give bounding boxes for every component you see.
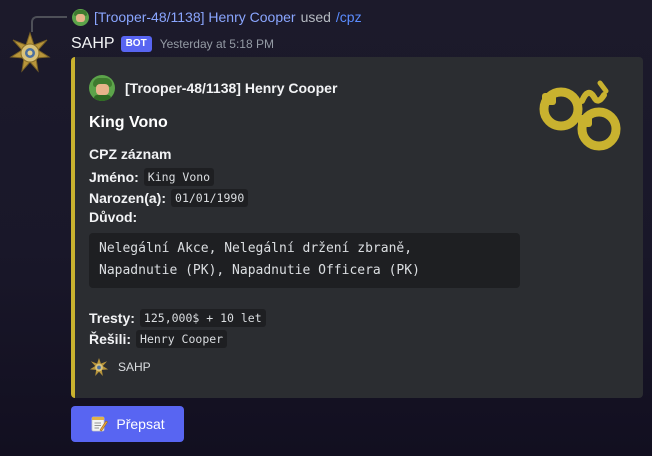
field-reason-label: Důvod: <box>89 209 138 225</box>
message-header: SAHP BOT Yesterday at 5:18 PM <box>71 33 274 55</box>
field-born-value: 01/01/1990 <box>171 189 249 207</box>
field-name-value: King Vono <box>143 168 215 186</box>
rewrite-button[interactable]: Přepsat <box>71 406 184 442</box>
reason-code-block: Nelegální Akce, Nelegální držení zbraně,… <box>89 233 520 288</box>
reply-command[interactable]: /cpz <box>336 9 362 25</box>
bot-badge: BOT <box>120 36 152 52</box>
reason-line: Nelegální Akce, Nelegální držení zbraně, <box>99 241 413 256</box>
reply-author[interactable]: [Trooper-48/1138] Henry Cooper <box>94 9 296 25</box>
section-heading-text: CPZ záznam <box>89 146 172 162</box>
field-penalty: Tresty: 125,000$ + 10 let <box>89 309 266 327</box>
field-penalty-label: Tresty: <box>89 310 135 326</box>
field-born: Narozen(a): 01/01/1990 <box>89 189 249 207</box>
field-handled-label: Řešili: <box>89 331 132 347</box>
field-handled: Řešili: Henry Cooper <box>89 330 228 348</box>
footer-badge-icon <box>89 357 109 377</box>
bot-name[interactable]: SAHP <box>71 35 115 53</box>
embed-footer: SAHP <box>89 357 151 377</box>
handcuffs-icon[interactable] <box>538 75 630 157</box>
field-reason: Důvod: <box>89 209 137 225</box>
field-name-label: Jméno: <box>89 169 139 185</box>
reply-connector <box>31 16 67 32</box>
field-penalty-value: 125,000$ + 10 let <box>139 309 266 327</box>
reason-line: Napadnutie (PK), Napadnutie Officera (PK… <box>99 263 420 278</box>
section-heading: CPZ záznam <box>89 146 171 162</box>
reply-used-text: used <box>300 9 331 25</box>
field-born-label: Narozen(a): <box>89 190 167 206</box>
message-timestamp[interactable]: Yesterday at 5:18 PM <box>160 37 274 51</box>
sahp-badge-avatar[interactable] <box>9 31 51 73</box>
field-name: Jméno: King Vono <box>89 168 215 186</box>
reply-reference[interactable]: [Trooper-48/1138] Henry Cooper used /cpz <box>72 7 362 27</box>
embed-author-avatar <box>89 75 115 101</box>
embed-author-name: [Trooper-48/1138] Henry Cooper <box>125 80 338 96</box>
rewrite-button-label: Přepsat <box>116 416 165 432</box>
field-handled-value: Henry Cooper <box>136 330 228 348</box>
memo-icon <box>91 416 109 432</box>
cpz-embed: [Trooper-48/1138] Henry Cooper King Vono… <box>71 57 643 398</box>
embed-author: [Trooper-48/1138] Henry Cooper <box>89 75 337 101</box>
reply-avatar[interactable] <box>72 8 89 26</box>
embed-footer-text: SAHP <box>118 360 151 374</box>
embed-title: King Vono <box>89 114 168 131</box>
